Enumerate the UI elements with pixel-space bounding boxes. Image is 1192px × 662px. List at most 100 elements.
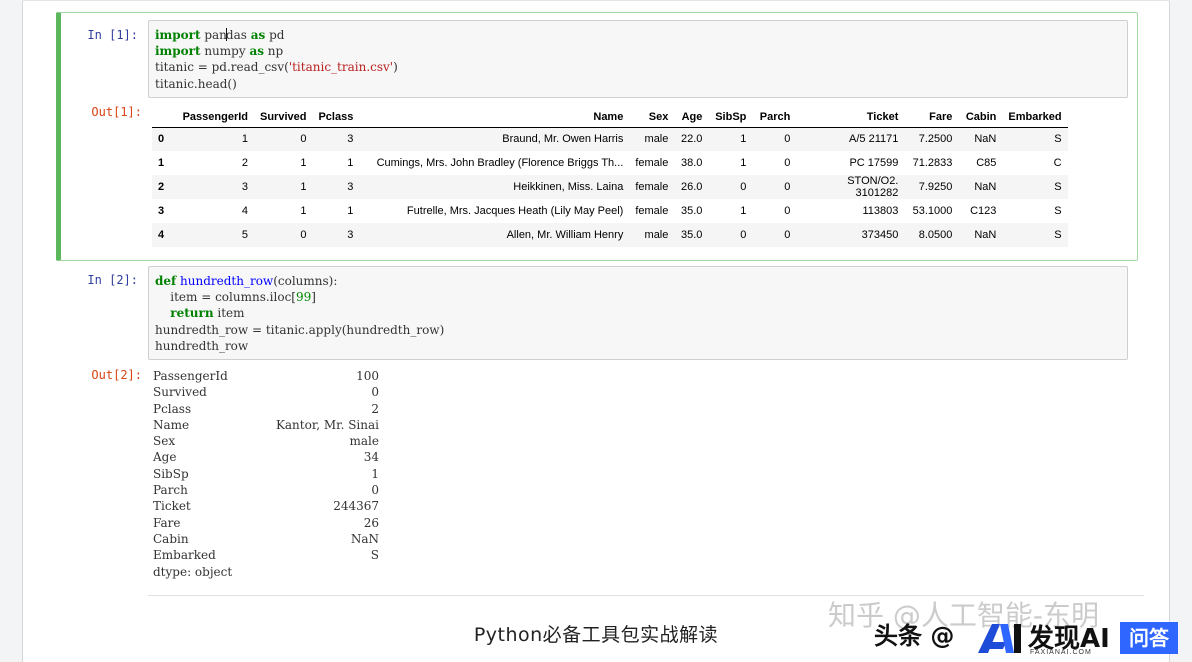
series-key: PassengerId — [153, 369, 228, 383]
code-text-2[interactable]: def hundredth_row(columns): item = colum… — [149, 267, 1127, 354]
table-cell: 0 — [740, 181, 747, 193]
table-cell: 5 — [241, 229, 248, 241]
series-row: Survived 0 — [153, 384, 379, 400]
table-row: 0 1 0 3 Braund, Mr. Owen Harris male 22.0 1 0 A/5… — [152, 127, 1068, 151]
code-token: return — [170, 306, 214, 321]
code-input-2[interactable]: def hundredth_row(columns): item = colum… — [148, 266, 1128, 360]
ai-logo-icon — [978, 624, 1021, 653]
table-cell: 22.0 — [680, 133, 703, 146]
series-value: 100 — [356, 369, 379, 383]
table-cell: 26.0 — [680, 181, 703, 193]
series-key: Parch — [153, 483, 188, 498]
table-cell: 1 — [300, 157, 307, 169]
column-header: Survived — [254, 107, 313, 128]
series-row: Ticket 244367 — [153, 498, 379, 514]
table-row: 3 4 1 1 Futrelle, Mrs. Jacques Heath (Lily M… — [152, 199, 1068, 223]
row-index: 1 — [158, 157, 165, 169]
column-header: Ticket — [796, 107, 905, 128]
table-row: 2 3 1 3 Heikkinen, Miss. Laina female 26.0 0 0 ST… — [152, 175, 1068, 199]
series-key: Age — [153, 450, 177, 465]
table-cell: 4 — [241, 205, 248, 217]
table-cell: S — [1054, 229, 1062, 241]
column-header: Fare — [904, 107, 959, 128]
table-cell: S — [1054, 205, 1062, 217]
out-prompt-1: Out[1]: — [91, 105, 142, 119]
in-prompt-1: In [1]: — [87, 28, 138, 42]
table-cell: S — [1054, 133, 1062, 146]
code-text-1[interactable]: import pandas as pd import numpy as np tit… — [149, 21, 1127, 92]
series-value: NaN — [350, 531, 379, 546]
table-cell: PC 17599 — [849, 157, 899, 169]
brand-domain: FAXIANAI.COM — [1030, 649, 1092, 656]
table-cell: 0 — [740, 229, 747, 241]
table-cell: Futrelle, Mrs. Jacques Heath (Lily May P… — [406, 205, 624, 217]
table-cell: 71.2833 — [912, 157, 953, 169]
table-cell: 1 — [740, 205, 747, 217]
code-token: as — [249, 44, 264, 59]
series-value: 26 — [363, 515, 379, 530]
table-row: 1 2 1 1 Cumings, Mrs. John Bradley (Florence… — [152, 151, 1068, 175]
series-value: male — [349, 434, 379, 449]
table-cell: 113803 — [862, 205, 899, 217]
table-cell: 1 — [241, 133, 248, 146]
row-index: 3 — [158, 205, 165, 217]
series-row: PassengerId 100 — [153, 368, 379, 384]
table-cell: female — [635, 205, 669, 217]
code-token: import — [155, 44, 201, 59]
table-cell: female — [635, 181, 669, 193]
series-row: Sex male — [153, 433, 379, 449]
dataframe-output: PassengerId Survived Pclass Name Sex Age SibSp… — [152, 107, 1068, 247]
code-token: def — [155, 274, 177, 288]
table-cell: 38.0 — [680, 157, 703, 169]
code-token: item = columns.iloc[ — [155, 290, 296, 305]
series-value: 244367 — [333, 499, 379, 514]
code-line: item = columns.iloc[99] — [155, 289, 1127, 305]
table-cell: 35.0 — [680, 205, 703, 217]
table-cell: 0 — [300, 133, 307, 146]
code-line: hundredth_row = titanic.apply(hundredth_… — [155, 322, 1127, 338]
table-cell: 3 — [241, 181, 248, 193]
table-cell: female — [635, 157, 669, 169]
series-key: Pclass — [153, 401, 192, 416]
table-cell: Braund, Mr. Owen Harris — [502, 133, 624, 146]
table-cell: NaN — [974, 133, 997, 146]
series-value: 1 — [371, 466, 379, 481]
table-cell: 0 — [300, 229, 307, 241]
code-input-1[interactable]: import pandas as pd import numpy as np tit… — [148, 20, 1128, 98]
series-row: Fare 26 — [153, 515, 379, 531]
in-prompt-2: In [2]: — [87, 273, 138, 287]
series-output: PassengerId 100 Survived 0 Pclass 2 Name Kantor… — [153, 368, 379, 580]
table-cell: 3 — [347, 181, 354, 193]
code-token: ] — [311, 290, 316, 305]
table-cell: C — [1053, 157, 1062, 169]
code-line: return item — [155, 305, 1127, 321]
series-value: 34 — [363, 450, 379, 465]
table-cell: male — [644, 133, 669, 146]
table-cell: 1 — [300, 205, 307, 217]
table-header-row: PassengerId Survived Pclass Name Sex Age SibSp… — [152, 107, 1068, 128]
series-row: Parch 0 — [153, 482, 379, 498]
code-line: def hundredth_row(columns): — [155, 273, 1127, 289]
code-token: numpy — [200, 44, 250, 59]
code-line: import pandas as pd — [155, 27, 1127, 43]
table-cell: 1 — [300, 181, 307, 193]
faxianai-logo[interactable]: 发现AI FAXIANAI.COM 问答 — [976, 614, 1188, 660]
toutiao-watermark: 头条 @ — [874, 622, 955, 650]
table-cell: 0 — [784, 157, 791, 169]
table-cell: 53.1000 — [912, 205, 953, 217]
column-header: Cabin — [958, 107, 1003, 128]
series-row: Embarked S — [153, 547, 379, 563]
code-token: pd — [265, 28, 285, 42]
table-cell: 0 — [784, 205, 791, 217]
out-prompt-2: Out[2]: — [91, 368, 142, 382]
code-line: titanic = pd.read_csv('titanic_train.csv… — [155, 59, 1127, 75]
code-token: as — [250, 28, 266, 42]
table-cell: 0 — [784, 133, 791, 146]
series-key: SibSp — [153, 466, 189, 481]
column-header: PassengerId — [174, 107, 254, 128]
row-index: 2 — [158, 181, 165, 193]
code-token: das — [225, 28, 251, 42]
table-cell: 3 — [347, 133, 354, 146]
table-row: 4 5 0 3 Allen, Mr. William Henry male 35.0 0 0 37… — [152, 223, 1068, 247]
code-token: np — [263, 44, 284, 59]
